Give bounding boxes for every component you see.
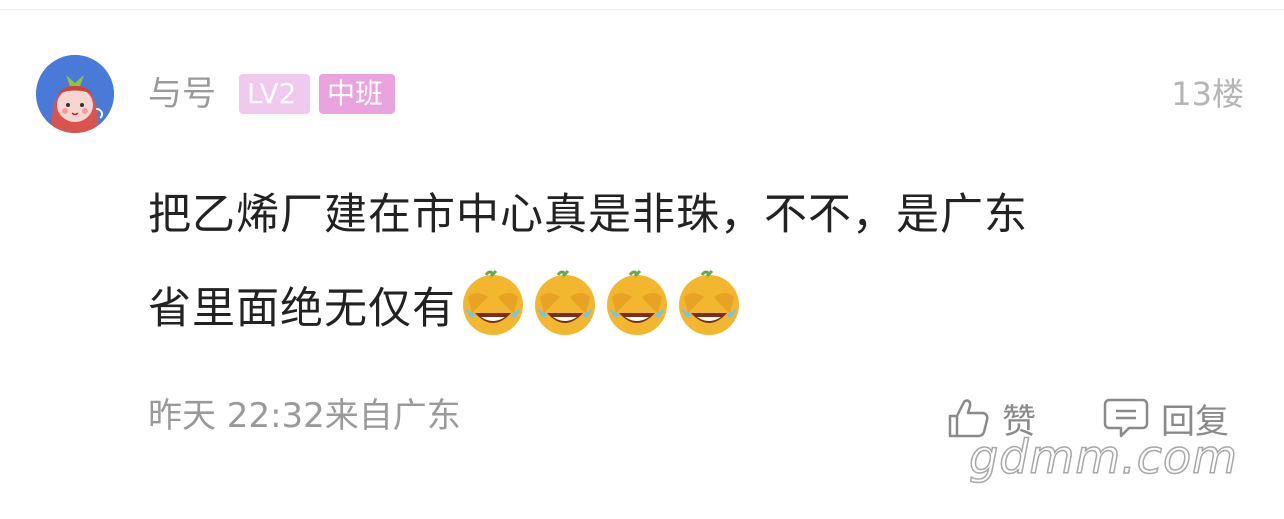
strawberry-girl-avatar-icon — [36, 55, 114, 133]
facepalm-crying-laughing-icon — [458, 267, 528, 337]
username[interactable]: 与号 — [148, 72, 216, 116]
facepalm-crying-laughing-icon — [674, 267, 744, 337]
facepalm-crying-laughing-icon — [530, 267, 600, 337]
top-divider — [0, 9, 1284, 10]
avatar[interactable] — [36, 55, 114, 133]
comment-line-2-text: 省里面绝无仅有 — [148, 284, 456, 334]
floor-number: 13楼 — [1171, 75, 1244, 113]
comment-line-1: 把乙烯厂建在市中心真是非珠，不不，是广东 — [148, 190, 1028, 240]
class-badge: 中班 — [319, 74, 395, 114]
comment-content: 把乙烯厂建在市中心真是非珠，不不，是广东 省里面绝无仅有 — [148, 168, 1248, 370]
comment-line-2: 省里面绝无仅有 — [148, 262, 1248, 370]
emoji-row — [458, 267, 746, 370]
level-badge: LV2 — [239, 74, 310, 114]
watermark: gdmm.com — [968, 429, 1238, 485]
facepalm-crying-laughing-icon — [602, 267, 672, 337]
timestamp-location: 昨天 22:32来自广东 — [148, 396, 461, 436]
